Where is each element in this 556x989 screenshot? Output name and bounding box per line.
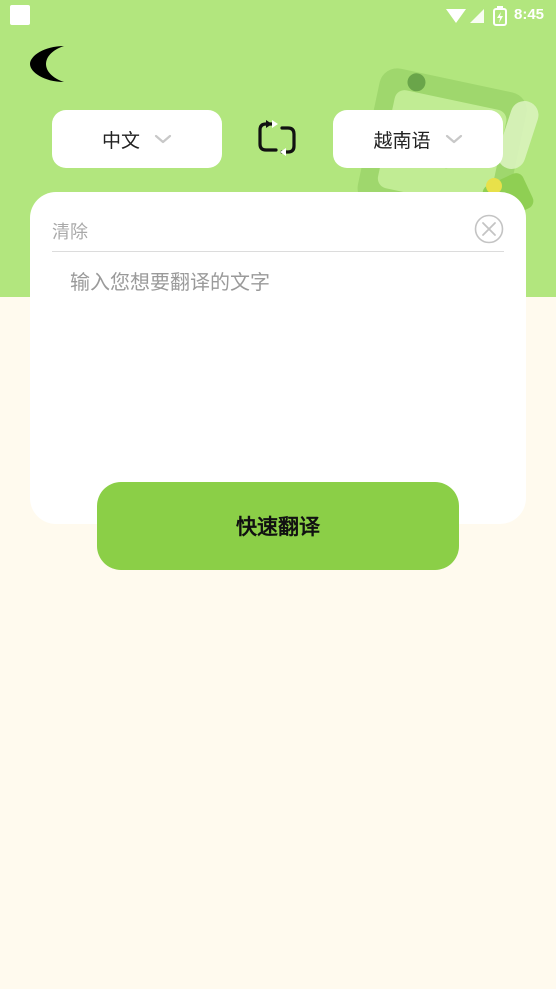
back-crescent-icon xyxy=(30,46,64,82)
signal-battery-icons xyxy=(446,6,507,26)
notification-icon xyxy=(10,5,30,25)
chevron-down-icon xyxy=(154,134,172,144)
chevron-down-icon xyxy=(445,134,462,144)
source-language-selector[interactable]: 中文 xyxy=(52,110,222,168)
clear-button[interactable]: 清除 xyxy=(52,218,88,244)
source-language-label: 中文 xyxy=(101,129,140,152)
cellular-signal-icon xyxy=(470,9,484,23)
swap-languages-button[interactable] xyxy=(254,118,300,160)
back-button[interactable] xyxy=(24,40,72,88)
translate-button[interactable]: 快速翻译 xyxy=(97,482,459,570)
text-input[interactable] xyxy=(70,266,490,406)
target-language-selector[interactable]: 越南语 xyxy=(333,110,503,168)
divider xyxy=(52,251,504,252)
input-card: 清除 xyxy=(30,192,526,524)
close-circle-icon[interactable] xyxy=(474,214,504,244)
target-language-label: 越南语 xyxy=(373,129,431,152)
wifi-icon xyxy=(446,9,466,23)
status-time: 8:45 xyxy=(514,6,545,23)
swap-languages-icon xyxy=(258,120,296,156)
status-bar: 8:45 xyxy=(0,0,556,32)
